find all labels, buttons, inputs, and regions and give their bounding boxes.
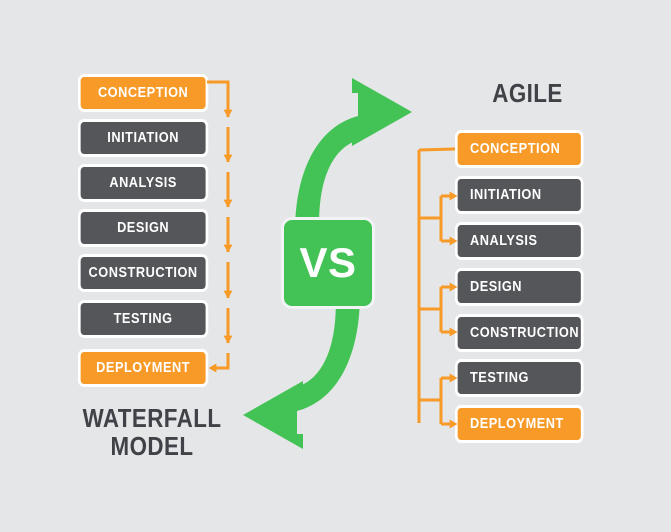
diagram-canvas: VS CONCEPTION INITIATION ANALYSIS DESIGN…: [0, 0, 671, 532]
vs-label: VS: [299, 239, 357, 286]
vs-badge: VS: [281, 217, 375, 309]
